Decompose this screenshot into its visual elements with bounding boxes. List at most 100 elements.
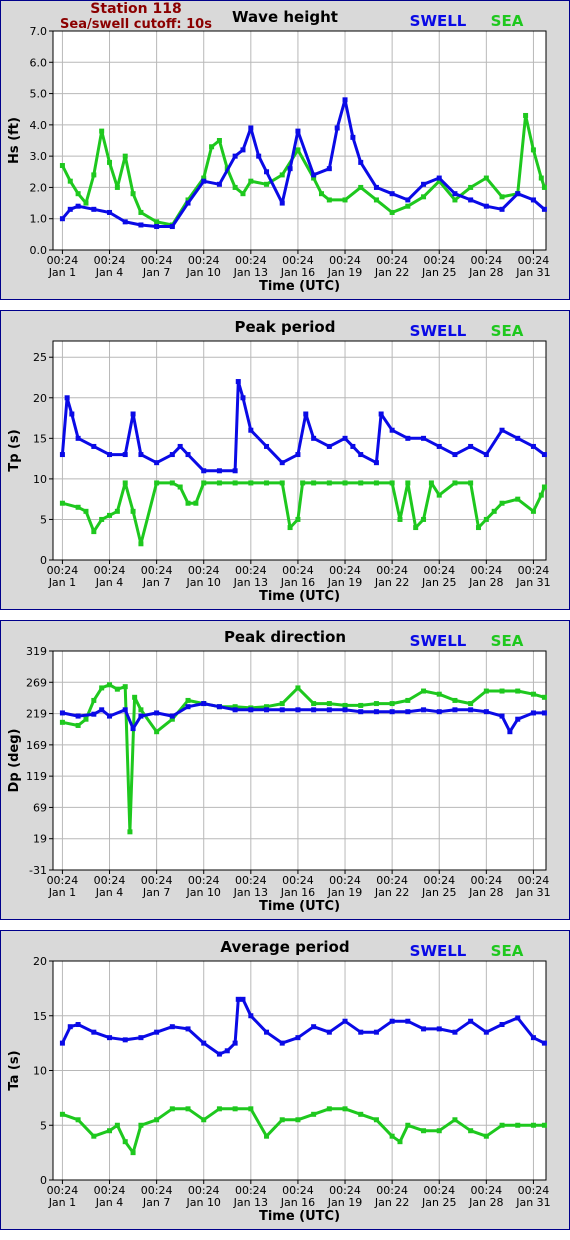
x-tick-date: Jan 22: [374, 266, 409, 279]
swell-point: [216, 181, 222, 187]
sea-point: [201, 480, 207, 486]
sea-point: [452, 697, 458, 703]
x-tick-date: Jan 22: [374, 1196, 409, 1209]
sea-point: [232, 1106, 238, 1112]
swell-point: [240, 996, 246, 1002]
x-tick-date: Jan 28: [468, 1196, 503, 1209]
swell-point: [154, 710, 160, 716]
legend-sea: SEA: [491, 322, 524, 340]
sea-point: [91, 697, 97, 703]
swell-point: [405, 435, 411, 441]
sea-point: [107, 682, 113, 688]
swell-point: [264, 169, 270, 175]
sea-point: [232, 480, 238, 486]
sea-point: [130, 508, 136, 514]
chart-title: Wave height: [232, 8, 338, 26]
sea-point: [193, 500, 199, 506]
swell-point: [530, 710, 536, 716]
swell-point: [311, 435, 317, 441]
sea-point: [248, 480, 254, 486]
swell-point: [64, 395, 70, 401]
swell-point: [232, 1040, 238, 1046]
chart-title: Peak direction: [224, 628, 346, 646]
sea-point: [436, 492, 442, 498]
legend-swell: SWELL: [410, 632, 467, 650]
sea-point: [373, 197, 379, 203]
swell-point: [530, 1035, 536, 1041]
sea-point: [541, 184, 547, 190]
y-tick-label: 269: [26, 676, 47, 689]
sea-point: [342, 197, 348, 203]
x-tick-date: Jan 19: [327, 886, 362, 899]
x-tick-date: Jan 1: [48, 1196, 76, 1209]
panel-wave-height: Station 118 Sea/swell cutoff: 10s 0.0 1.0…: [0, 0, 570, 300]
legend-swell: SWELL: [410, 942, 467, 960]
sea-point: [452, 480, 458, 486]
swell-point: [256, 153, 262, 159]
sea-point: [318, 191, 324, 197]
x-tick-date: Jan 28: [468, 886, 503, 899]
swell-point: [122, 707, 128, 713]
swell-point: [232, 468, 238, 474]
swell-point: [75, 203, 81, 209]
sea-point: [114, 508, 120, 514]
x-tick-date: Jan 4: [95, 1196, 123, 1209]
sea-point: [177, 484, 183, 490]
sea-point: [342, 480, 348, 486]
swell-point: [264, 1029, 270, 1035]
y-axis-label: Tp (s): [7, 429, 22, 471]
chart-wave-height: 0.01.02.03.04.05.06.07.000:24Jan 100:24J…: [7, 8, 551, 294]
sea-point: [530, 508, 536, 514]
sea-point: [405, 697, 411, 703]
swell-point: [264, 443, 270, 449]
swell-point: [499, 427, 505, 433]
sea-point: [483, 688, 489, 694]
swell-point: [264, 707, 270, 713]
x-tick-date: Jan 16: [280, 886, 315, 899]
swell-point: [342, 1018, 348, 1024]
sea-point: [541, 694, 547, 700]
y-tick-label: 119: [26, 770, 47, 783]
sea-point: [541, 1122, 547, 1128]
swell-point: [373, 709, 379, 715]
swell-point: [405, 197, 411, 203]
swell-point: [421, 435, 427, 441]
sea-point: [264, 181, 270, 187]
swell-point: [75, 1022, 81, 1028]
chart-average-period: 0510152000:24Jan 100:24Jan 400:24Jan 700…: [7, 938, 551, 1224]
swell-point: [122, 1037, 128, 1043]
swell-point: [185, 452, 191, 458]
x-tick-date: Jan 4: [95, 886, 123, 899]
sea-point: [279, 1117, 285, 1123]
sea-point: [538, 175, 544, 181]
y-tick-label: 19: [33, 833, 47, 846]
sea-point: [59, 500, 65, 506]
chart-peak-period: 051015202500:24Jan 100:24Jan 400:24Jan 7…: [7, 318, 551, 604]
sea-point: [483, 1133, 489, 1139]
swell-point: [185, 1026, 191, 1032]
plot-area: [53, 31, 546, 250]
swell-point: [154, 224, 160, 230]
x-tick-date: Jan 13: [233, 576, 268, 589]
sea-point: [107, 159, 113, 165]
swell-point: [248, 707, 254, 713]
sea-point: [373, 701, 379, 707]
swell-point: [373, 460, 379, 466]
swell-point: [303, 411, 309, 417]
sea-point: [240, 191, 246, 197]
sea-point: [421, 516, 427, 522]
swell-point: [138, 1035, 144, 1041]
y-tick-label: 7.0: [30, 25, 48, 38]
swell-point: [232, 153, 238, 159]
swell-point: [177, 443, 183, 449]
swell-point: [541, 206, 547, 212]
sea-point: [515, 496, 521, 502]
y-tick-label: -31: [29, 864, 47, 877]
sea-point: [154, 1117, 160, 1123]
swell-point: [235, 996, 241, 1002]
swell-point: [279, 1040, 285, 1046]
swell-point: [358, 709, 364, 715]
x-tick-date: Jan 22: [374, 576, 409, 589]
sea-point: [114, 1122, 120, 1128]
swell-point: [541, 1040, 547, 1046]
